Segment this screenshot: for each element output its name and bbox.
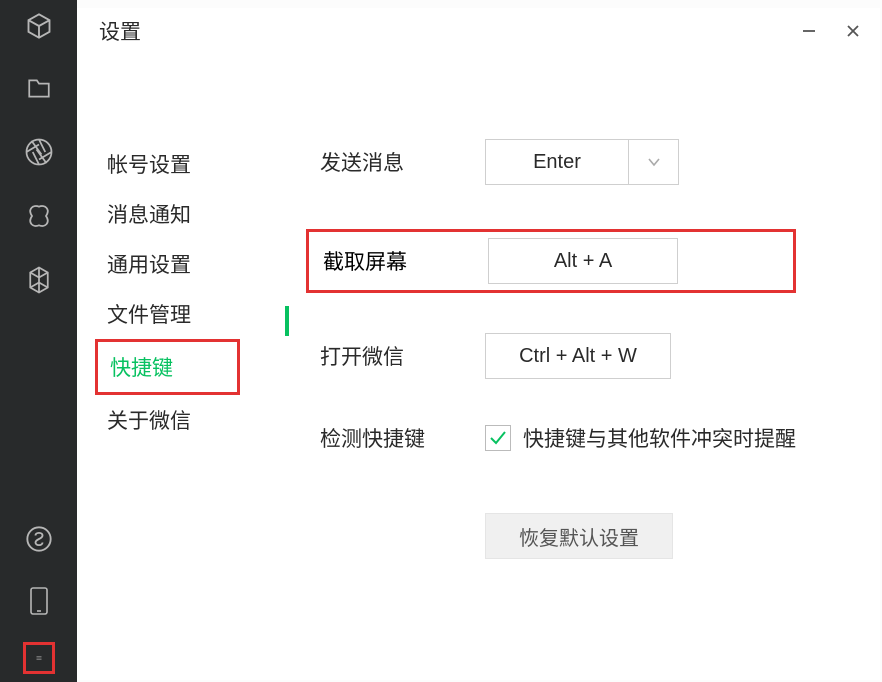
send-message-label: 发送消息	[320, 147, 485, 177]
settings-main: 发送消息 Enter 截取屏幕 Alt + A 打开微信 Ctrl + Alt …	[240, 139, 796, 559]
nav-selected-indicator	[285, 306, 289, 336]
menu-icon[interactable]	[23, 642, 55, 674]
open-wechat-label: 打开微信	[320, 341, 485, 371]
restore-defaults-button[interactable]: 恢复默认设置	[485, 513, 673, 559]
send-message-value[interactable]: Enter	[485, 139, 629, 185]
butterfly-icon[interactable]	[23, 200, 55, 232]
titlebar: 设置	[77, 8, 880, 54]
settings-window: 设置 帐号设置 消息通知 通用设置 文件管理 快捷键 关于微信 发送消息	[77, 8, 880, 680]
detect-text: 快捷键与其他软件冲突时提醒	[523, 423, 796, 453]
screenshot-value[interactable]: Alt + A	[488, 238, 678, 284]
folder-icon[interactable]	[23, 72, 55, 104]
nav-about[interactable]: 关于微信	[95, 395, 240, 445]
nav-general[interactable]: 通用设置	[95, 239, 240, 289]
cube-icon[interactable]	[23, 10, 55, 42]
screenshot-row-highlight: 截取屏幕 Alt + A	[306, 229, 796, 293]
minimize-button[interactable]	[796, 18, 822, 44]
window-title: 设置	[99, 16, 141, 46]
nav-account[interactable]: 帐号设置	[95, 139, 240, 189]
settings-nav: 帐号设置 消息通知 通用设置 文件管理 快捷键 关于微信	[95, 139, 240, 559]
detect-checkbox[interactable]	[485, 425, 511, 451]
nav-shortcuts-highlight: 快捷键	[95, 339, 240, 395]
atom-icon[interactable]	[23, 264, 55, 296]
app-dark-sidebar	[0, 0, 77, 682]
aperture-icon[interactable]	[23, 136, 55, 168]
nav-files[interactable]: 文件管理	[95, 289, 240, 339]
miniprogram-icon[interactable]	[23, 523, 55, 555]
mobile-icon[interactable]	[23, 585, 55, 617]
send-message-dropdown[interactable]	[629, 139, 679, 185]
screenshot-label: 截取屏幕	[323, 246, 488, 276]
nav-shortcuts[interactable]: 快捷键	[110, 357, 173, 380]
nav-notifications[interactable]: 消息通知	[95, 189, 240, 239]
detect-label: 检测快捷键	[320, 423, 485, 453]
open-wechat-value[interactable]: Ctrl + Alt + W	[485, 333, 671, 379]
close-button[interactable]	[840, 18, 866, 44]
